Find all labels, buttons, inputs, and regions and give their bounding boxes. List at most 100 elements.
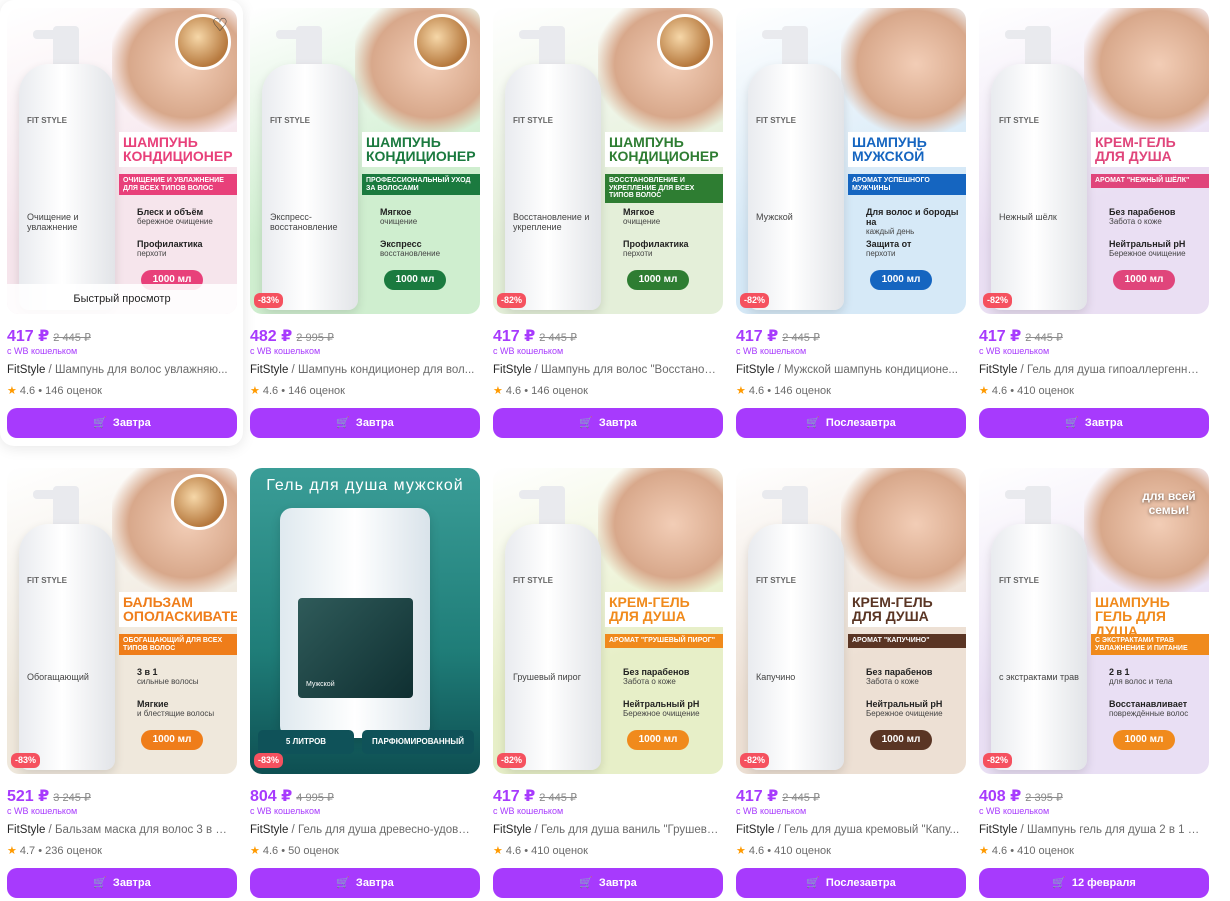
product-title[interactable]: FitStyle / Шампунь кондиционер для вол..…: [250, 364, 476, 376]
feature-2-sub: и блестящие волосы: [137, 708, 215, 718]
image-title: Крем-гель для душа: [609, 594, 690, 625]
product-grid: FIT STYLE Очищение и увлажнение Шампунь ко…: [0, 0, 1230, 901]
rating-value: 4.6: [19, 385, 36, 397]
bottle: FIT STYLE Мужской: [748, 64, 844, 310]
feature-2: Нейтральный pH Бережное очищение: [866, 699, 966, 719]
favorite-heart-icon[interactable]: ♡: [209, 14, 231, 36]
add-to-cart-button[interactable]: 🛒 12 февраля: [979, 868, 1209, 898]
rating-value: 4.6: [505, 845, 522, 857]
delivery-date: Завтра: [598, 417, 637, 429]
feature-1-sub: каждый день: [866, 226, 915, 236]
wallet-note: с WB кошельком: [736, 346, 807, 356]
add-to-cart-button[interactable]: 🛒 Завтра: [493, 868, 723, 898]
product-title[interactable]: FitStyle / Гель для душа ваниль "Грушевы…: [493, 824, 719, 836]
rating-dot: •: [521, 385, 532, 397]
add-to-cart-button[interactable]: 🛒 Завтра: [7, 868, 237, 898]
product-image[interactable]: FIT STYLE Нежный шёлк Крем-гель для душа Ар…: [979, 8, 1209, 314]
bottle-image: FIT STYLE Обогащающий: [13, 486, 121, 770]
current-price: 521 ₽: [7, 788, 50, 805]
product-name: Шампунь для волос увлажняю...: [54, 364, 228, 376]
add-to-cart-button[interactable]: 🛒 Послезавтра: [736, 408, 966, 438]
product-image[interactable]: FIT STYLE Капучино Крем-гель для душа Арома…: [736, 468, 966, 774]
brand-name: FitStyle: [7, 364, 46, 376]
current-price: 417 ₽: [736, 328, 779, 345]
bottle-brand: FIT STYLE: [999, 576, 1039, 585]
feature-1: Без парабенов Забота о коже: [623, 667, 723, 687]
feature-2-title: Нейтральный pH: [866, 699, 943, 709]
product-name: Гель для душа гипоаллергенны...: [1026, 364, 1205, 376]
quick-view-button[interactable]: Быстрый просмотр: [7, 284, 237, 314]
feature-1-title: Мягкое: [623, 207, 655, 217]
volume-badge: 1000 мл: [627, 730, 689, 750]
rating: ★ 4.6 • 146 оценок: [250, 384, 345, 397]
product-card[interactable]: FIT STYLE Нежный шёлк Крем-гель для душа Ар…: [972, 0, 1215, 446]
bottle-image: FIT STYLE Нежный шёлк: [985, 26, 1093, 310]
star-icon: ★: [979, 845, 989, 857]
add-to-cart-button[interactable]: 🛒 Завтра: [979, 408, 1209, 438]
pump-dispenser: [33, 486, 79, 526]
product-image[interactable]: FIT STYLE Очищение и увлажнение Шампунь ко…: [7, 8, 237, 314]
delivery-date: Завтра: [1084, 417, 1123, 429]
product-title[interactable]: FitStyle / Гель для душа кремовый "Капу.…: [736, 824, 962, 836]
add-to-cart-button[interactable]: 🛒 Послезавтра: [736, 868, 966, 898]
product-title[interactable]: FitStyle / Шампунь для волос увлажняю...: [7, 364, 233, 376]
old-price: 2 445 ₽: [539, 792, 577, 804]
product-title[interactable]: FitStyle / Гель для душа гипоаллергенны.…: [979, 364, 1205, 376]
feature-1: Блеск и объём бережное очищение: [137, 207, 237, 227]
feature-2-title: Профилактика: [137, 239, 203, 249]
current-price: 417 ₽: [493, 788, 536, 805]
product-image[interactable]: FIT STYLE Экспресс-восстановление Шампунь …: [250, 8, 480, 314]
feature-1-sub: Забота о коже: [623, 676, 676, 686]
product-title[interactable]: FitStyle / Гель для душа древесно-удовы.…: [250, 824, 476, 836]
product-image[interactable]: FIT STYLE Восстановление и укрепление Шамп…: [493, 8, 723, 314]
bottle: FIT STYLE Обогащающий: [19, 524, 115, 770]
product-name: Гель для душа древесно-удовы...: [297, 824, 476, 836]
add-to-cart-button[interactable]: 🛒 Завтра: [7, 408, 237, 438]
price-row: 417 ₽2 445 ₽: [7, 326, 91, 346]
product-image[interactable]: FIT STYLE Грушевый пирог Крем-гель для душ…: [493, 468, 723, 774]
star-icon: ★: [493, 385, 503, 397]
wallet-note: с WB кошельком: [979, 346, 1050, 356]
product-card[interactable]: FIT STYLE Капучино Крем-гель для душа Арома…: [729, 460, 972, 901]
product-card[interactable]: FIT STYLE Мужской Шампунь мужской Аромат ус…: [729, 0, 972, 446]
product-title[interactable]: FitStyle / Мужской шампунь кондиционе...: [736, 364, 962, 376]
price-row: 521 ₽3 245 ₽: [7, 786, 91, 806]
product-card[interactable]: FIT STYLE Обогащающий Бальзам ополаскивате…: [0, 460, 243, 901]
image-title: Шампунь кондиционер: [366, 134, 476, 165]
feature-2-title: Нейтральный pH: [623, 699, 700, 709]
product-card[interactable]: Гель для душа мужской Мужской 5 литров Парф…: [243, 460, 486, 901]
product-title[interactable]: FitStyle / Шампунь гель для душа 2 в 1 с…: [979, 824, 1205, 836]
bottle-image: FIT STYLE с экстрактами трав: [985, 486, 1093, 770]
cart-icon: 🛒: [1065, 417, 1079, 429]
feature-1-sub: очищение: [623, 216, 661, 226]
volume-badge: 1000 мл: [627, 270, 689, 290]
add-to-cart-button[interactable]: 🛒 Завтра: [250, 868, 480, 898]
image-title-box: Бальзам ополаскиватель: [119, 592, 237, 627]
product-title[interactable]: FitStyle / Шампунь для волос "Восстанов.…: [493, 364, 719, 376]
image-subtitle: Аромат "Грушевый пирог": [605, 634, 723, 648]
rating-dot: •: [764, 845, 775, 857]
price-row: 804 ₽4 995 ₽: [250, 786, 334, 806]
rating-dot: •: [35, 845, 46, 857]
add-to-cart-button[interactable]: 🛒 Завтра: [493, 408, 723, 438]
feature-1-sub: для волос и тела: [1109, 676, 1173, 686]
product-image[interactable]: FIT STYLE Мужской Шампунь мужской Аромат ус…: [736, 8, 966, 314]
feature-1: Мягкое очищение: [380, 207, 480, 227]
product-card[interactable]: FIT STYLE Грушевый пирог Крем-гель для душ…: [486, 460, 729, 901]
product-card[interactable]: FIT STYLE Экспресс-восстановление Шампунь …: [243, 0, 486, 446]
rating-value: 4.6: [748, 845, 765, 857]
product-card[interactable]: FIT STYLE Восстановление и укрепление Шамп…: [486, 0, 729, 446]
volume-tag: 5 литров: [258, 730, 354, 754]
volume-badge: 1000 мл: [870, 270, 932, 290]
product-title[interactable]: FitStyle / Бальзам маска для волос 3 в 1…: [7, 824, 233, 836]
product-image[interactable]: FIT STYLE с экстрактами трав Шампунь гель …: [979, 468, 1209, 774]
product-image[interactable]: FIT STYLE Обогащающий Бальзам ополаскивате…: [7, 468, 237, 774]
old-price: 2 445 ₽: [782, 332, 820, 344]
product-card[interactable]: FIT STYLE с экстрактами трав Шампунь гель …: [972, 460, 1215, 901]
product-card[interactable]: FIT STYLE Очищение и увлажнение Шампунь ко…: [0, 0, 243, 446]
add-to-cart-button[interactable]: 🛒 Завтра: [250, 408, 480, 438]
bottle: FIT STYLE Очищение и увлажнение: [19, 64, 115, 310]
discount-badge: -83%: [11, 753, 41, 768]
product-image[interactable]: Гель для душа мужской Мужской 5 литров Парф…: [250, 468, 480, 774]
cart-icon: 🛒: [579, 417, 593, 429]
